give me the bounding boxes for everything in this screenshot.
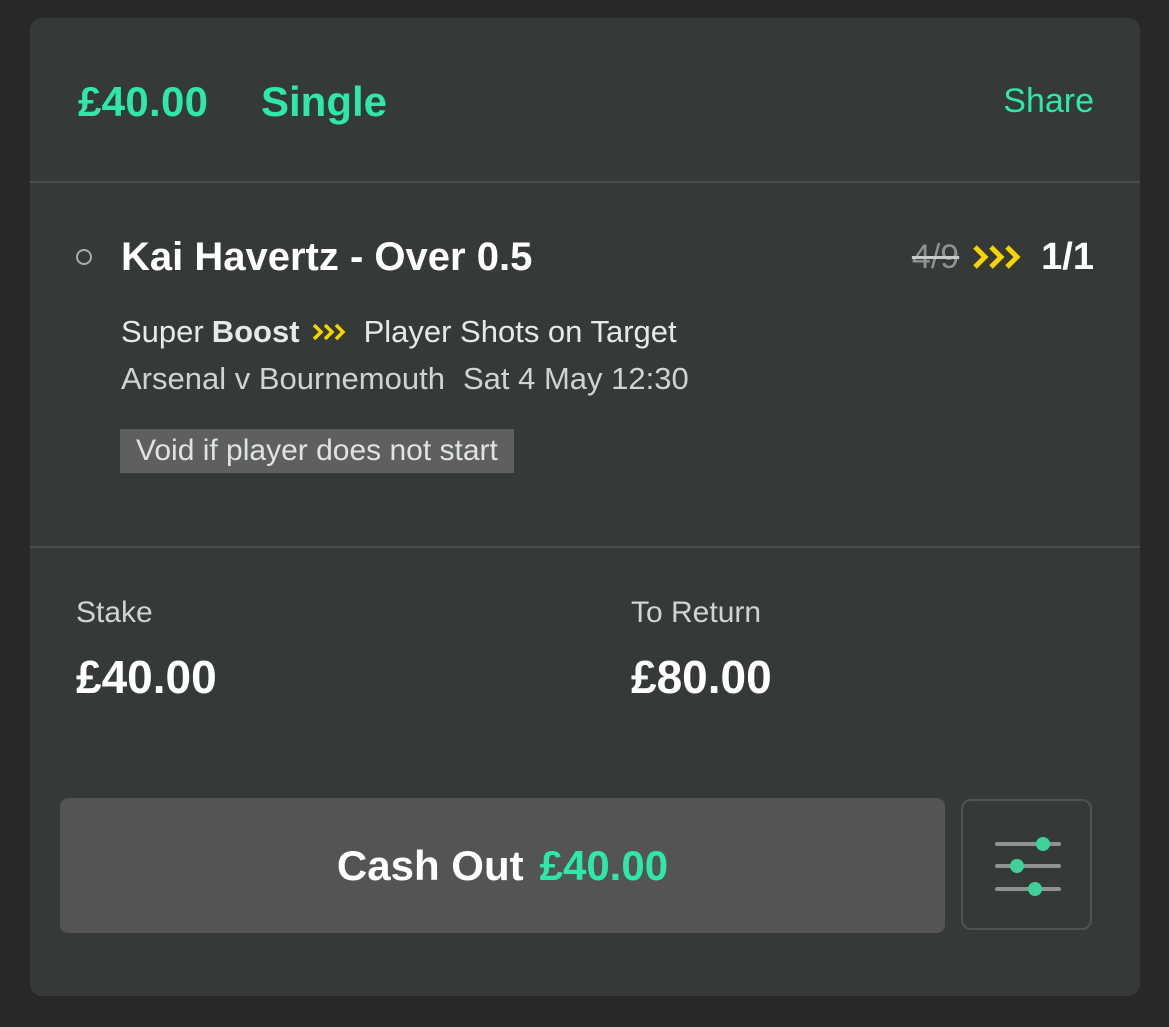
boost-label: Boost [211, 314, 300, 349]
void-notice: Void if player does not start [120, 429, 514, 473]
super-label: Super [121, 314, 204, 349]
old-odds: 4/9 [911, 237, 960, 276]
stake-value: £40.00 [76, 651, 217, 703]
cash-out-amount: £40.00 [539, 841, 669, 889]
event-name: Arsenal v Bournemouth [121, 361, 445, 396]
bet-card: £40.00 Single Share Kai Havertz - Over 0… [30, 18, 1140, 996]
chevrons-right-icon [973, 245, 1021, 269]
to-return-value: £80.00 [631, 651, 772, 703]
market-line: Super Boost Player Shots on Target [121, 314, 677, 350]
event-line: Arsenal v Bournemouth Sat 4 May 12:30 [121, 361, 689, 397]
event-time: Sat 4 May 12:30 [462, 361, 689, 396]
stake-label: Stake [76, 596, 153, 629]
cash-out-button[interactable]: Cash Out £40.00 [60, 798, 945, 933]
stake-block: Stake £40.00 [76, 596, 217, 704]
to-return-label: To Return [631, 596, 762, 629]
bet-amount: £40.00 [78, 78, 209, 125]
bet-header: £40.00 Single Share [30, 18, 1140, 183]
radio-circle-icon [76, 249, 92, 265]
odds-display: 4/9 1/1 [912, 235, 1094, 279]
sliders-icon [995, 837, 1061, 896]
cash-out-label: Cash Out [336, 841, 524, 889]
selection-details: Kai Havertz - Over 0.5 4/9 1/1 Super Boo… [30, 183, 1140, 548]
share-link[interactable]: Share [1003, 82, 1094, 121]
market-name: Player Shots on Target [363, 314, 677, 349]
selection-name: Kai Havertz - Over 0.5 [121, 235, 533, 279]
boosted-odds: 1/1 [1041, 235, 1094, 278]
bet-type: Single [261, 78, 388, 125]
boost-chevrons-icon [312, 323, 346, 341]
to-return-block: To Return £80.00 [631, 596, 772, 704]
cash-out-settings-button[interactable] [961, 799, 1092, 930]
